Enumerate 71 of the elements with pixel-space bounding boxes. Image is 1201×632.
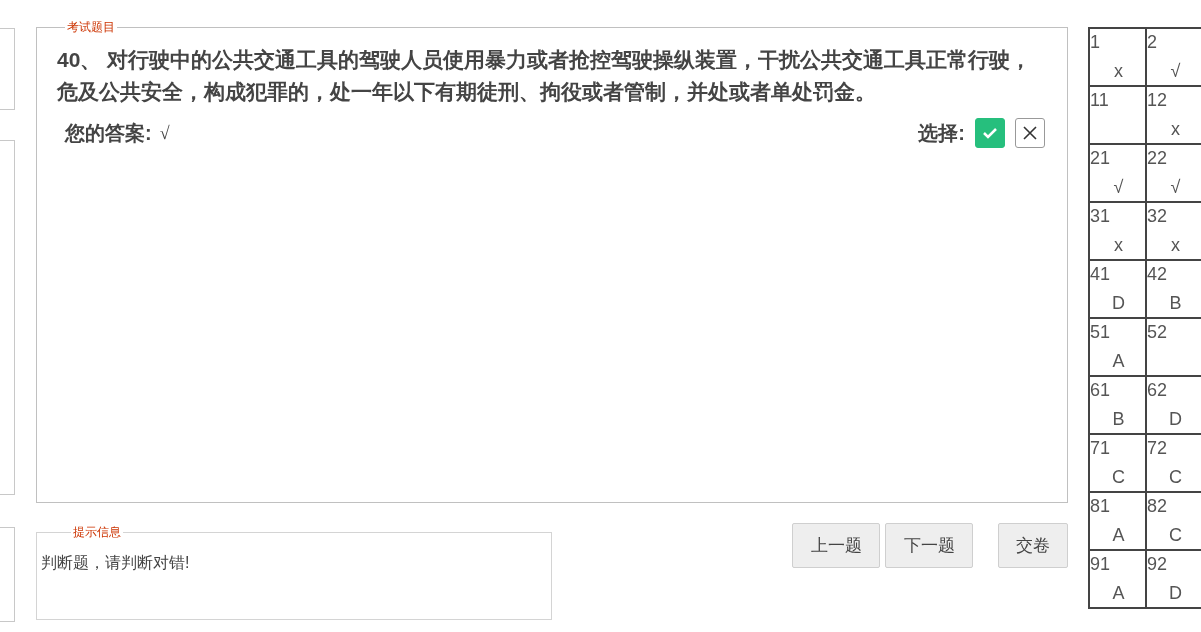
- answer-grid-cell[interactable]: 12 x: [1147, 87, 1201, 145]
- question-number: 12: [1147, 89, 1168, 111]
- answer-grid-cell[interactable]: 11: [1090, 87, 1147, 145]
- question-number: 92: [1147, 553, 1168, 575]
- answer-grid-cell[interactable]: 52: [1147, 319, 1201, 377]
- question-number: 31: [1090, 205, 1111, 227]
- answer-grid-cell[interactable]: 71 C: [1090, 435, 1147, 493]
- answer-grid-cell[interactable]: 62 D: [1147, 377, 1201, 435]
- question-number: 62: [1147, 379, 1168, 401]
- grid-answer: C: [1169, 466, 1182, 488]
- nav-button[interactable]: 交卷: [998, 523, 1068, 568]
- question-number: 82: [1147, 495, 1168, 517]
- grid-answer: x: [1114, 60, 1123, 82]
- nav-button[interactable]: 下一题: [885, 523, 973, 568]
- question-number: 21: [1090, 147, 1111, 169]
- question-number: 32: [1147, 205, 1168, 227]
- answer-grid-cell[interactable]: 81 A: [1090, 493, 1147, 551]
- answer-label: 您的答案:: [65, 121, 152, 146]
- answer-grid-cell[interactable]: 32 x: [1147, 203, 1201, 261]
- question-number: 2: [1147, 31, 1157, 53]
- question-number: 51: [1090, 321, 1111, 343]
- grid-answer: A: [1112, 524, 1125, 546]
- answer-grid-cell[interactable]: 72 C: [1147, 435, 1201, 493]
- answer-grid-cell[interactable]: 22 √: [1147, 145, 1201, 203]
- close-icon: [1023, 126, 1037, 140]
- panel-legend: 提示信息: [71, 525, 123, 539]
- grid-answer: x: [1171, 118, 1180, 140]
- answer-grid-cell[interactable]: 41 D: [1090, 261, 1147, 319]
- grid-answer: x: [1171, 234, 1180, 256]
- grid-answer: D: [1169, 408, 1182, 430]
- question-number: 72: [1147, 437, 1168, 459]
- question-number: 1: [1090, 31, 1100, 53]
- question-number: 61: [1090, 379, 1111, 401]
- question-number: 11: [1090, 89, 1109, 111]
- question-number: 71: [1090, 437, 1111, 459]
- check-icon: [982, 127, 998, 139]
- grid-answer: x: [1114, 234, 1123, 256]
- question-text: 40、 对行驶中的公共交通工具的驾驶人员使用暴力或者抢控驾驶操纵装置，干扰公共交通工具正常行驶，危及公共安全，构成犯罪的，处一年以下有期徒刑、拘役或者管制，并处或者单处罚金。: [57, 47, 1033, 105]
- answer-grid-cell[interactable]: 91 A: [1090, 551, 1147, 609]
- grid-answer: √: [1113, 176, 1124, 198]
- grid-answer: A: [1112, 350, 1125, 372]
- question-number: 81: [1090, 495, 1111, 517]
- question-number: 41: [1090, 263, 1111, 285]
- answer-grid-cell[interactable]: 82 C: [1147, 493, 1201, 551]
- answer-grid-cell[interactable]: 42 B: [1147, 261, 1201, 319]
- answer-grid-cell[interactable]: 92 D: [1147, 551, 1201, 609]
- question-number: 42: [1147, 263, 1168, 285]
- answer-value: √: [159, 121, 170, 145]
- question-number: 91: [1090, 553, 1111, 575]
- grid-answer: √: [1170, 60, 1181, 82]
- question-number: 22: [1147, 147, 1168, 169]
- grid-answer: A: [1112, 582, 1125, 604]
- answer-grid-cell[interactable]: 2 √: [1147, 29, 1201, 87]
- answer-grid-cell[interactable]: 1 x: [1090, 29, 1147, 87]
- grid-answer: C: [1112, 466, 1125, 488]
- choice-label: 选择:: [918, 121, 965, 146]
- panel-legend: 考试题目: [65, 20, 117, 34]
- nav-button[interactable]: 上一题: [792, 523, 880, 568]
- question-number: 52: [1147, 321, 1168, 343]
- answer-grid-cell[interactable]: 21 √: [1090, 145, 1147, 203]
- grid-answer: C: [1169, 524, 1182, 546]
- answer-grid-cell[interactable]: 51 A: [1090, 319, 1147, 377]
- grid-answer: D: [1112, 292, 1125, 314]
- grid-answer: D: [1169, 582, 1182, 604]
- grid-answer: √: [1170, 176, 1181, 198]
- hint-text: 判断题，请判断对错!: [41, 554, 190, 571]
- choice-button[interactable]: [1015, 118, 1045, 148]
- answer-grid-cell[interactable]: 61 B: [1090, 377, 1147, 435]
- answer-grid-cell[interactable]: 31 x: [1090, 203, 1147, 261]
- grid-answer: B: [1112, 408, 1125, 430]
- grid-answer: B: [1169, 292, 1182, 314]
